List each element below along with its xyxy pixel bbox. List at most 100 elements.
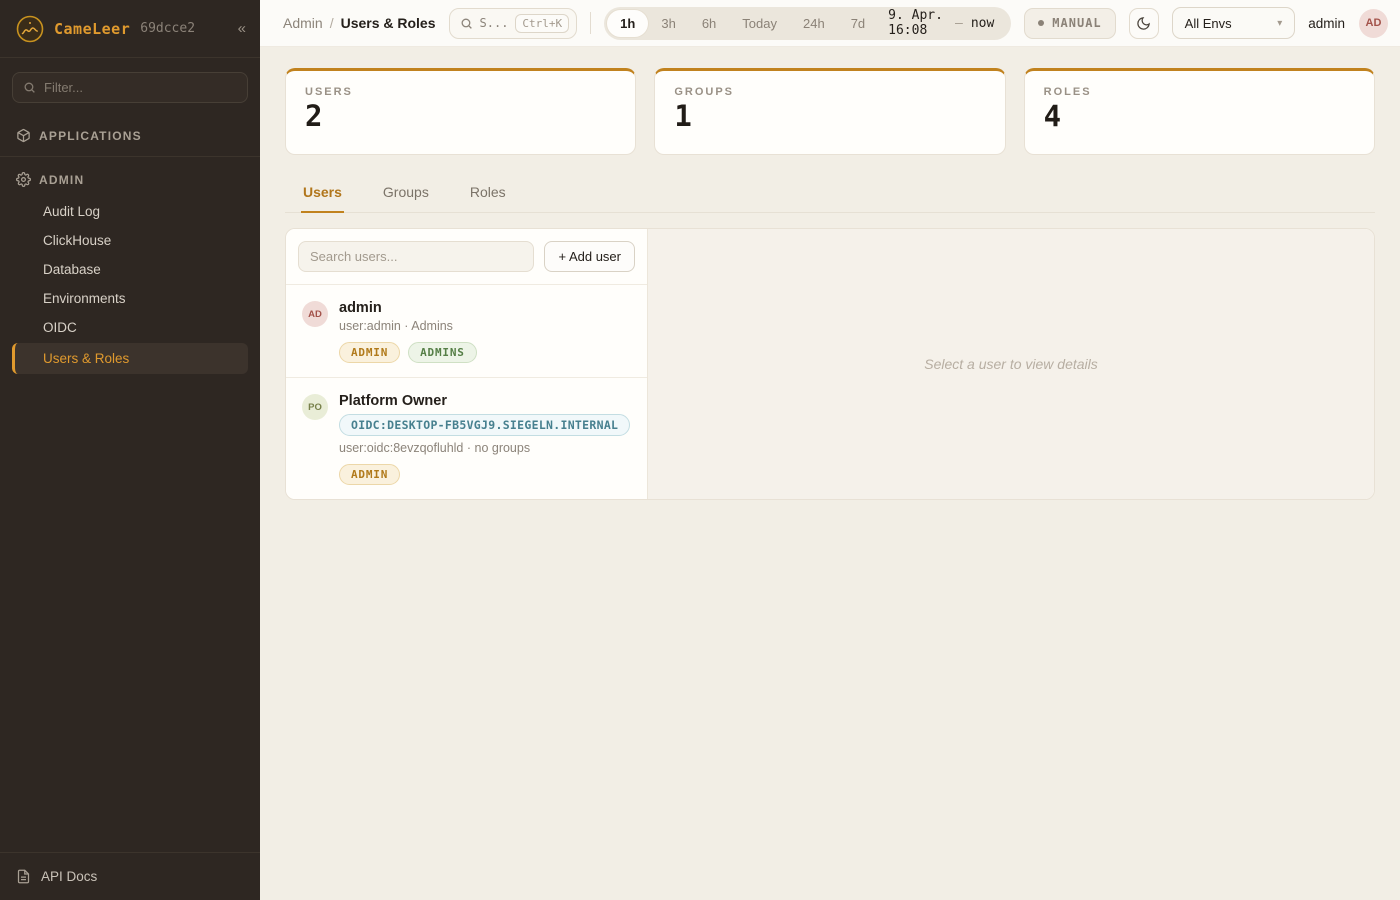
camel-logo-icon (16, 15, 44, 43)
stat-label: GROUPS (674, 86, 985, 98)
sidebar-header: CameLeer 69dcce2 « (0, 0, 260, 57)
section-label: APPLICATIONS (39, 129, 142, 143)
sidebar-nav-item[interactable]: Users & Roles (12, 343, 248, 374)
stat-label: USERS (305, 86, 616, 98)
sidebar-filter-input[interactable]: Filter... (12, 72, 248, 103)
user-badges: ADMIN ADMINS (339, 342, 477, 363)
user-name: Platform Owner (339, 393, 630, 409)
date-from: 9. Apr. 16:08 (888, 8, 947, 38)
tab[interactable]: Users (301, 178, 344, 213)
time-range-display[interactable]: 9. Apr. 16:08 — now (878, 8, 1008, 38)
gear-icon (16, 172, 31, 187)
app-window: CameLeer 69dcce2 « Filter... APPLICATION… (0, 0, 1400, 900)
sidebar-nav-item[interactable]: Database (12, 256, 248, 283)
stat-value: 2 (305, 100, 616, 133)
role-badge: ADMIN (339, 342, 400, 363)
chevron-down-icon: ▾ (1277, 18, 1282, 29)
tabs-bar: Users Groups Roles (285, 178, 1375, 213)
refresh-mode-badge[interactable]: MANUAL (1024, 8, 1115, 39)
time-range-button[interactable]: 1h (607, 10, 648, 37)
package-icon (16, 128, 31, 143)
filter-placeholder: Filter... (44, 80, 83, 95)
user-list-item[interactable]: AD admin user:admin · Admins ADMIN ADMINS (286, 285, 647, 378)
environment-select[interactable]: All Envs ▾ (1172, 7, 1296, 39)
user-avatar: PO (302, 394, 328, 420)
breadcrumb-parent[interactable]: Admin (283, 15, 323, 31)
user-meta: user:admin · Admins (339, 319, 477, 333)
oidc-issuer-badge: OIDC:DESKTOP-FB5VGJ9.SIEGELN.INTERNAL (339, 414, 630, 436)
sidebar-nav-item[interactable]: Audit Log (12, 198, 248, 225)
stat-value: 1 (674, 100, 985, 133)
users-panel: + Add user AD admin user:admin · Admins … (285, 228, 1375, 500)
user-detail-column: Select a user to view details (648, 229, 1374, 499)
sidebar: CameLeer 69dcce2 « Filter... APPLICATION… (0, 0, 260, 900)
sidebar-section-admin[interactable]: ADMIN (12, 163, 248, 196)
sidebar-collapse-button[interactable]: « (238, 21, 246, 36)
status-dot (1038, 20, 1044, 26)
user-name: admin (339, 300, 477, 316)
user-meta: user:oidc:8evzqofluhld · no groups (339, 441, 630, 455)
search-users-input[interactable] (298, 241, 534, 272)
search-placeholder: S... (480, 16, 509, 30)
tab[interactable]: Groups (381, 178, 431, 213)
stat-card: USERS 2 (285, 68, 636, 155)
search-icon (460, 17, 473, 30)
role-badge: ADMIN (339, 464, 400, 485)
user-list-toolbar: + Add user (286, 229, 647, 285)
mode-label: MANUAL (1052, 16, 1101, 30)
search-icon (23, 81, 36, 94)
page-content: USERS 2 GROUPS 1 ROLES 4 Users Groups Role… (260, 47, 1400, 900)
date-separator: — (955, 16, 963, 31)
stat-card: GROUPS 1 (654, 68, 1005, 155)
document-icon (16, 869, 31, 884)
topbar: Admin / Users & Roles S... Ctrl+K 1h3h6h… (260, 0, 1400, 47)
divider (0, 57, 260, 58)
env-select-value: All Envs (1185, 16, 1232, 31)
role-badge: ADMINS (408, 342, 477, 363)
time-range-button[interactable]: Today (729, 10, 790, 37)
stats-row: USERS 2 GROUPS 1 ROLES 4 (285, 68, 1375, 155)
breadcrumb: Admin / Users & Roles (283, 15, 436, 31)
tab[interactable]: Roles (468, 178, 508, 213)
global-search-button[interactable]: S... Ctrl+K (449, 8, 578, 39)
stat-card: ROLES 4 (1024, 68, 1375, 155)
user-list: AD admin user:admin · Admins ADMIN ADMINS… (286, 285, 647, 499)
user-avatar-button[interactable]: AD (1359, 9, 1388, 38)
breadcrumb-separator: / (330, 15, 334, 31)
sidebar-nav-item[interactable]: Environments (12, 285, 248, 312)
theme-toggle-button[interactable] (1129, 8, 1159, 39)
user-info: admin user:admin · Admins ADMIN ADMINS (339, 300, 477, 363)
time-range-buttons: 1h3h6hToday24h7d (607, 10, 878, 37)
section-label: ADMIN (39, 173, 84, 187)
brand-name: CameLeer (54, 20, 130, 38)
divider (0, 156, 260, 157)
user-cluster: admin AD (1308, 9, 1388, 38)
moon-icon (1136, 16, 1151, 31)
divider (590, 12, 591, 34)
time-range-button[interactable]: 3h (648, 10, 688, 37)
user-list-column: + Add user AD admin user:admin · Admins … (286, 229, 648, 499)
user-list-item[interactable]: PO Platform Owner OIDC:DESKTOP-FB5VGJ9.S… (286, 378, 647, 499)
time-range-button[interactable]: 6h (689, 10, 729, 37)
sidebar-nav-item[interactable]: ClickHouse (12, 227, 248, 254)
main-area: Admin / Users & Roles S... Ctrl+K 1h3h6h… (260, 0, 1400, 900)
current-username: admin (1308, 16, 1345, 31)
admin-nav-list: Audit LogClickHouseDatabaseEnvironmentsO… (12, 198, 248, 374)
time-range-control: 1h3h6hToday24h7d 9. Apr. 16:08 — now (604, 7, 1011, 40)
user-info: Platform Owner OIDC:DESKTOP-FB5VGJ9.SIEG… (339, 393, 630, 485)
api-docs-link[interactable]: API Docs (0, 852, 260, 900)
sidebar-nav-item[interactable]: OIDC (12, 314, 248, 341)
breadcrumb-current: Users & Roles (341, 15, 436, 31)
user-avatar: AD (302, 301, 328, 327)
add-user-button[interactable]: + Add user (544, 241, 635, 272)
api-docs-label: API Docs (41, 869, 97, 884)
time-range-button[interactable]: 7d (838, 10, 878, 37)
stat-label: ROLES (1044, 86, 1355, 98)
detail-placeholder-text: Select a user to view details (924, 356, 1098, 372)
date-to: now (971, 16, 994, 31)
time-range-button[interactable]: 24h (790, 10, 838, 37)
build-version: 69dcce2 (140, 21, 195, 36)
keyboard-shortcut-badge: Ctrl+K (515, 14, 569, 33)
sidebar-section-applications[interactable]: APPLICATIONS (12, 119, 248, 152)
stat-value: 4 (1044, 100, 1355, 133)
